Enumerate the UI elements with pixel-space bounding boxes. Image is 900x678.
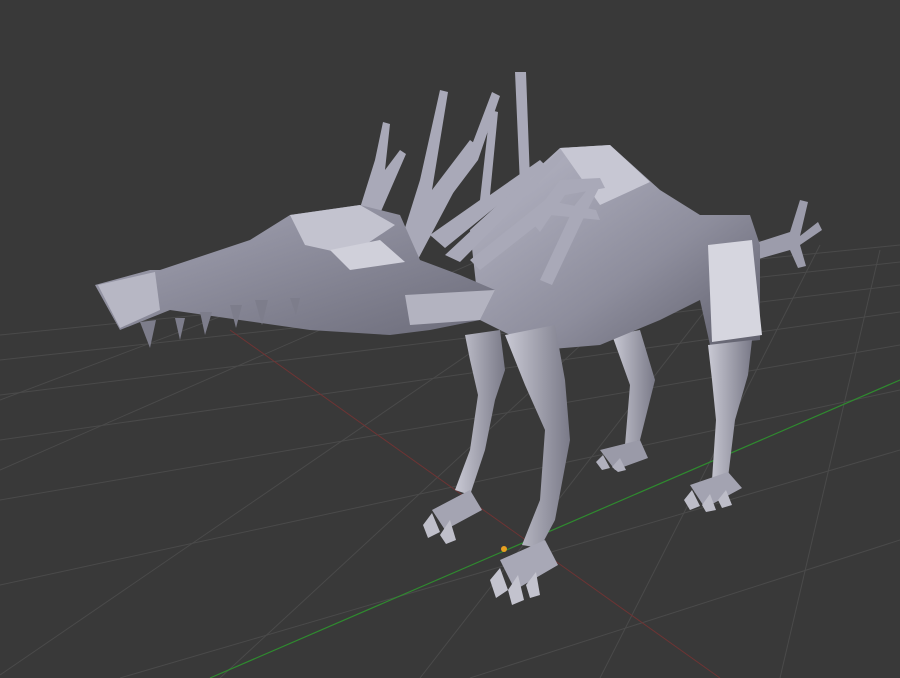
3d-viewport[interactable] xyxy=(0,0,900,678)
front-left-leg xyxy=(423,330,505,544)
body xyxy=(470,145,762,350)
viewport-canvas[interactable] xyxy=(0,0,900,678)
origin-point[interactable] xyxy=(501,546,507,552)
back-left-leg xyxy=(596,330,655,472)
back-right-leg xyxy=(684,340,752,512)
